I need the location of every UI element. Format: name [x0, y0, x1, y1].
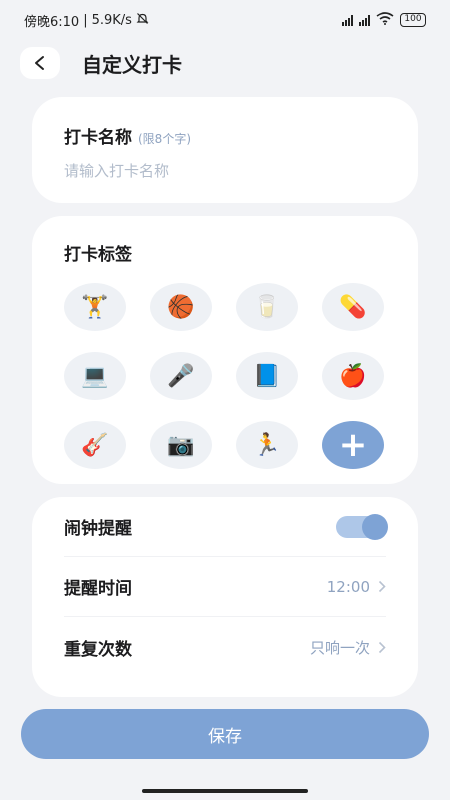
chevron-left-icon [35, 56, 44, 70]
time-value: 12:00 [326, 577, 370, 596]
status-left: 傍晚6:10 | 5.9K/s [24, 11, 149, 30]
basketball-icon[interactable]: 🏀 [150, 283, 212, 331]
repeat-label: 重复次数 [64, 639, 132, 660]
header: 自定义打卡 [20, 46, 182, 80]
dumbbell-icon[interactable]: 🏋 [64, 283, 126, 331]
laptop-icon[interactable]: 💻 [64, 352, 126, 400]
alarm-toggle[interactable] [336, 513, 388, 540]
name-label: 打卡名称 [64, 128, 132, 148]
camera-icon[interactable]: 📷 [150, 421, 212, 469]
mute-bell-icon [136, 12, 149, 29]
save-button[interactable]: 保存 [21, 709, 429, 759]
time-value-group: 12:00 [327, 578, 386, 596]
wifi-icon [376, 11, 394, 29]
status-bar: 傍晚6:10 | 5.9K/s 100 [0, 0, 450, 40]
name-card: 打卡名称 (限8个字) [32, 97, 418, 203]
time-row[interactable]: 提醒时间 12:00 [64, 557, 386, 617]
alarm-row: 闹钟提醒 [64, 497, 388, 557]
chevron-right-icon [378, 641, 386, 653]
page-title: 自定义打卡 [82, 52, 182, 77]
status-divider: | [83, 12, 88, 28]
battery-icon: 100 [400, 13, 426, 27]
book-icon[interactable]: 📘 [236, 352, 298, 400]
tags-label: 打卡标签 [64, 245, 132, 265]
signal-icon [359, 14, 370, 26]
microphone-icon[interactable]: 🎤 [150, 352, 212, 400]
toggle-knob [362, 513, 388, 540]
network-speed: 5.9K/s [91, 12, 132, 28]
pill-icon[interactable]: 💊 [322, 283, 384, 331]
status-right: 100 [342, 11, 426, 29]
apple-icon[interactable]: 🍎 [322, 352, 384, 400]
repeat-row[interactable]: 重复次数 只响一次 [64, 617, 386, 677]
time-label: 提醒时间 [64, 579, 132, 599]
status-time: 傍晚6:10 [24, 14, 80, 30]
runner-icon[interactable]: 🏃 [236, 421, 298, 469]
home-indicator[interactable] [142, 789, 308, 793]
signal-icon [342, 14, 353, 26]
add-tag-button[interactable]: + [322, 421, 384, 469]
tag-grid: 🏋 🏀 🥛 💊 💻 🎤 📘 🍎 🎸 📷 🏃 + [64, 283, 386, 473]
alarm-label: 闹钟提醒 [64, 519, 132, 539]
chevron-right-icon [378, 580, 386, 593]
back-button[interactable] [20, 47, 60, 79]
water-glass-icon[interactable]: 🥛 [236, 283, 298, 331]
name-hint: (限8个字) [138, 132, 191, 146]
repeat-value-group: 只响一次 [310, 637, 386, 658]
name-label-row: 打卡名称 (限8个字) [64, 123, 386, 148]
guitar-icon[interactable]: 🎸 [64, 421, 126, 469]
repeat-value: 只响一次 [309, 638, 370, 657]
tags-card: 打卡标签 🏋 🏀 🥛 💊 💻 🎤 📘 🍎 🎸 📷 🏃 + [32, 216, 418, 484]
name-input[interactable] [64, 162, 386, 180]
settings-card: 闹钟提醒 提醒时间 12:00 重复次数 只响一次 [32, 497, 418, 697]
